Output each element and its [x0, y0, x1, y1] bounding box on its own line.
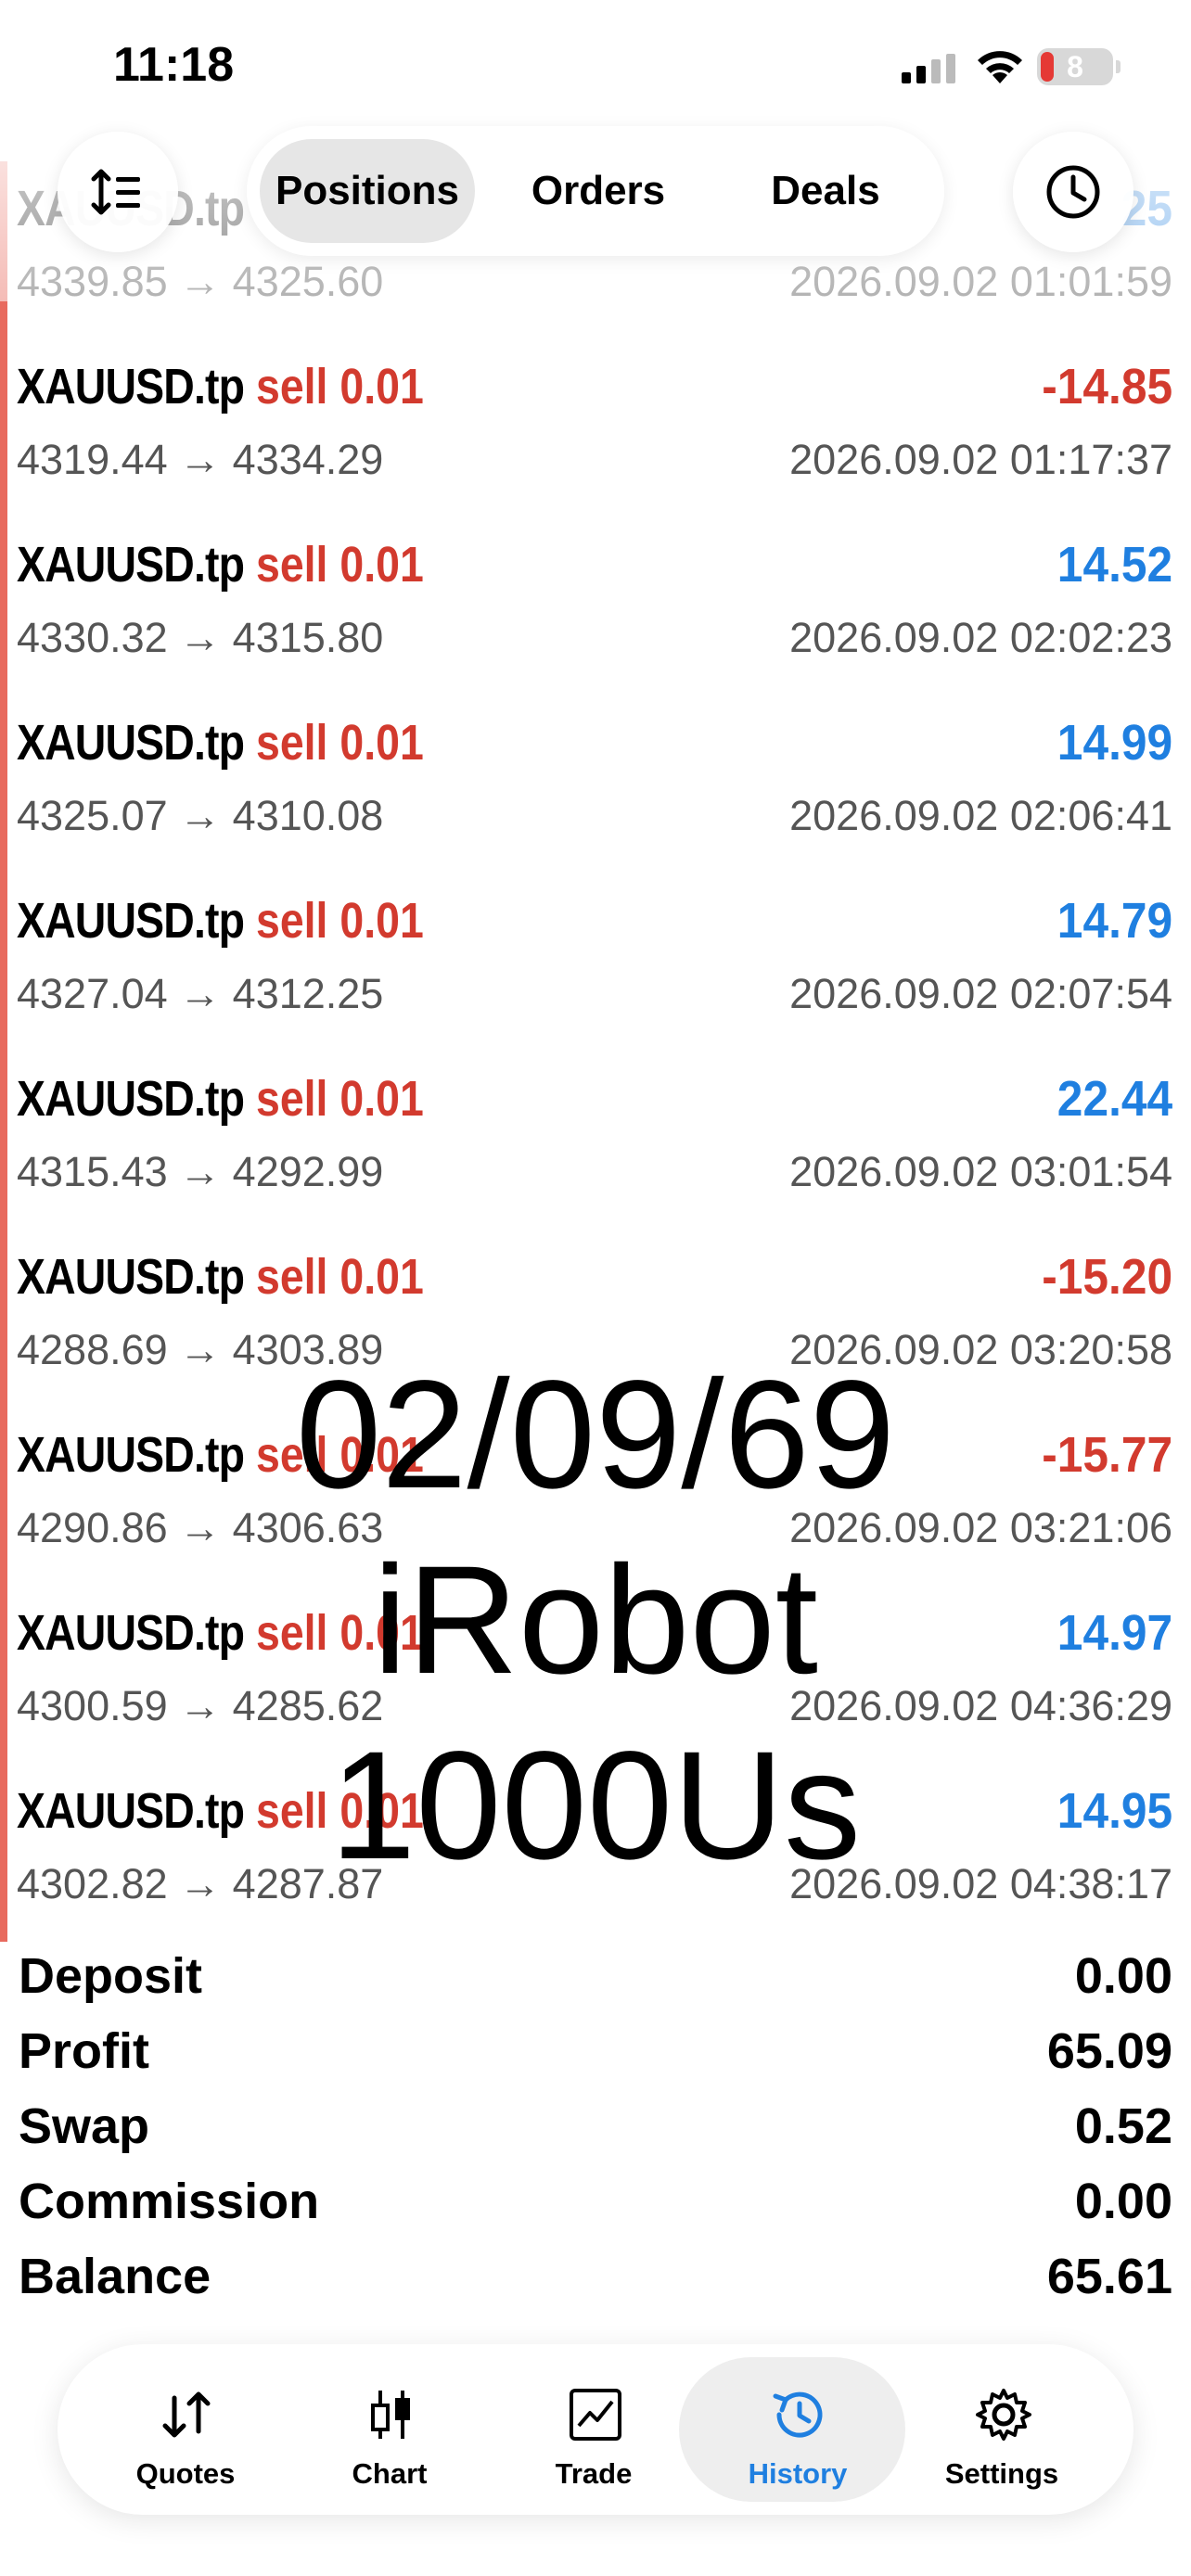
overlay-text-line: 02/09/69 [295, 1349, 896, 1521]
period-button[interactable] [1013, 132, 1133, 252]
deal-prices: 4325.07 → 4310.08 [17, 792, 384, 839]
tab-quotes[interactable]: Quotes [83, 2344, 288, 2515]
deal-profit: 22.44 [1057, 1071, 1172, 1127]
sort-icon [91, 169, 140, 215]
tab-chart[interactable]: Chart [288, 2344, 492, 2515]
deal-profit: 14.52 [1057, 537, 1172, 593]
deal-volume: 0.01 [339, 1249, 424, 1305]
deal-side-volume: sell 0.01 [256, 358, 424, 415]
battery-icon: 8 [1037, 48, 1121, 85]
quotes-icon [162, 2391, 211, 2438]
bottom-tab-bar: Quotes Chart Trade History Settings [58, 2344, 1133, 2515]
summary-row-swap: Swap 0.52 [0, 2098, 1191, 2172]
deal-time: 2026.09.02 02:07:54 [789, 970, 1172, 1017]
deal-prices: 4330.32 → 4315.80 [17, 614, 384, 661]
deal-side-volume: sell 0.01 [256, 714, 424, 772]
trade-chart-icon [570, 2389, 621, 2441]
clock-icon [1046, 165, 1100, 219]
deal-symbol: XAUUSD.tp [17, 893, 245, 949]
deal-symbol: XAUUSD.tp [17, 715, 245, 771]
deal-side: sell [256, 1249, 328, 1305]
summary-value: 0.00 [1074, 2174, 1172, 2229]
deal-side-volume: sell 0.01 [256, 892, 424, 950]
summary-row-profit: Profit 65.09 [0, 2022, 1191, 2097]
positions-orders-deals-tabs: Positions Orders Deals [247, 126, 944, 256]
summary-value: 0.00 [1074, 1948, 1172, 2004]
deal-volume: 0.01 [339, 715, 424, 771]
deal-side-volume: sell 0.01 [256, 536, 424, 593]
summary-value: 65.09 [1046, 2023, 1172, 2079]
summary-value: 65.61 [1046, 2249, 1172, 2304]
deal-side: sell [256, 537, 328, 593]
tab-positions[interactable]: Positions [260, 139, 475, 243]
deal-prices: 4327.04 → 4312.25 [17, 970, 384, 1017]
deal-side: sell [256, 893, 328, 949]
summary-row-balance: Balance 65.61 [0, 2248, 1191, 2322]
deal-side: sell [256, 1071, 328, 1127]
summary-label: Swap [19, 2098, 150, 2154]
tab-history[interactable]: History [679, 2344, 905, 2515]
status-time: 11:18 [113, 38, 235, 92]
deal-volume: 0.01 [339, 1071, 424, 1127]
deal-symbol: XAUUSD.tp [17, 359, 245, 414]
deal-volume: 0.01 [339, 359, 424, 414]
history-icon [773, 2391, 823, 2438]
summary-label: Deposit [19, 1948, 203, 2004]
summary-label: Balance [19, 2249, 211, 2304]
deal-prices: 4319.44 → 4334.29 [17, 436, 384, 483]
deal-volume: 0.01 [339, 537, 424, 593]
tab-orders[interactable]: Orders [492, 139, 705, 243]
deal-time: 2026.09.02 03:01:54 [789, 1148, 1172, 1195]
tab-quotes-label: Quotes [135, 2457, 236, 2490]
summary-value: 0.52 [1074, 2098, 1172, 2154]
deal-symbol: XAUUSD.tp [17, 1071, 245, 1127]
deal-symbol: XAUUSD.tp [17, 1249, 245, 1305]
summary-row-commission: Commission 0.00 [0, 2173, 1191, 2247]
candlestick-chart-icon [371, 2391, 410, 2439]
deal-side: sell [256, 359, 328, 414]
cellular-signal-icon [902, 54, 955, 83]
status-bar: 11:18 8 [0, 0, 1191, 130]
deal-time: 2026.09.02 02:02:23 [789, 614, 1172, 661]
overlay-text-line: 1000Us [329, 1720, 862, 1892]
deal-side-volume: sell 0.01 [256, 1248, 424, 1306]
tab-settings-label: Settings [944, 2457, 1059, 2490]
deal-time: 2026.09.02 01:17:37 [789, 436, 1172, 483]
wifi-icon [978, 51, 1022, 83]
deal-profit: 14.99 [1057, 715, 1172, 771]
deal-volume: 0.01 [339, 893, 424, 949]
deal-profit: -15.20 [1042, 1249, 1172, 1305]
deal-profit: -14.85 [1042, 359, 1172, 414]
deal-row[interactable]: XAUUSD.tp sell 0.01 14.79 4327.04 → 4312.25… [0, 874, 1191, 1052]
tab-chart-label: Chart [352, 2457, 428, 2490]
deal-row[interactable]: XAUUSD.tp sell 0.01 14.99 4325.07 → 4310.08… [0, 695, 1191, 874]
tab-trade-label: Trade [555, 2457, 633, 2490]
summary-label: Profit [19, 2023, 149, 2079]
tab-history-label: History [748, 2457, 848, 2490]
deal-time: 2026.09.02 02:06:41 [789, 792, 1172, 839]
sort-button[interactable] [58, 132, 178, 252]
summary-label: Commission [19, 2174, 320, 2229]
deal-symbol: XAUUSD.tp [17, 537, 245, 593]
summary-row-deposit: Deposit 0.00 [0, 1947, 1191, 2021]
tab-deals[interactable]: Deals [720, 139, 931, 243]
deal-row[interactable]: XAUUSD.tp sell 0.01 22.44 4315.43 → 4292.99… [0, 1052, 1191, 1230]
battery-level: 8 [1067, 50, 1083, 83]
deal-row[interactable]: XAUUSD.tp sell 0.01 -14.85 4319.44 → 4334.2… [0, 339, 1191, 517]
deal-side-volume: sell 0.01 [256, 1070, 424, 1128]
deal-row[interactable]: XAUUSD.tp sell 0.01 14.52 4330.32 → 4315.80… [0, 517, 1191, 695]
tab-settings[interactable]: Settings [900, 2344, 1104, 2515]
deal-side: sell [256, 715, 328, 771]
gear-icon [976, 2389, 1031, 2441]
overlay-text-line: iRobot [373, 1535, 818, 1706]
deal-profit: 14.79 [1057, 893, 1172, 949]
deal-prices: 4315.43 → 4292.99 [17, 1148, 384, 1195]
tab-trade[interactable]: Trade [492, 2344, 696, 2515]
